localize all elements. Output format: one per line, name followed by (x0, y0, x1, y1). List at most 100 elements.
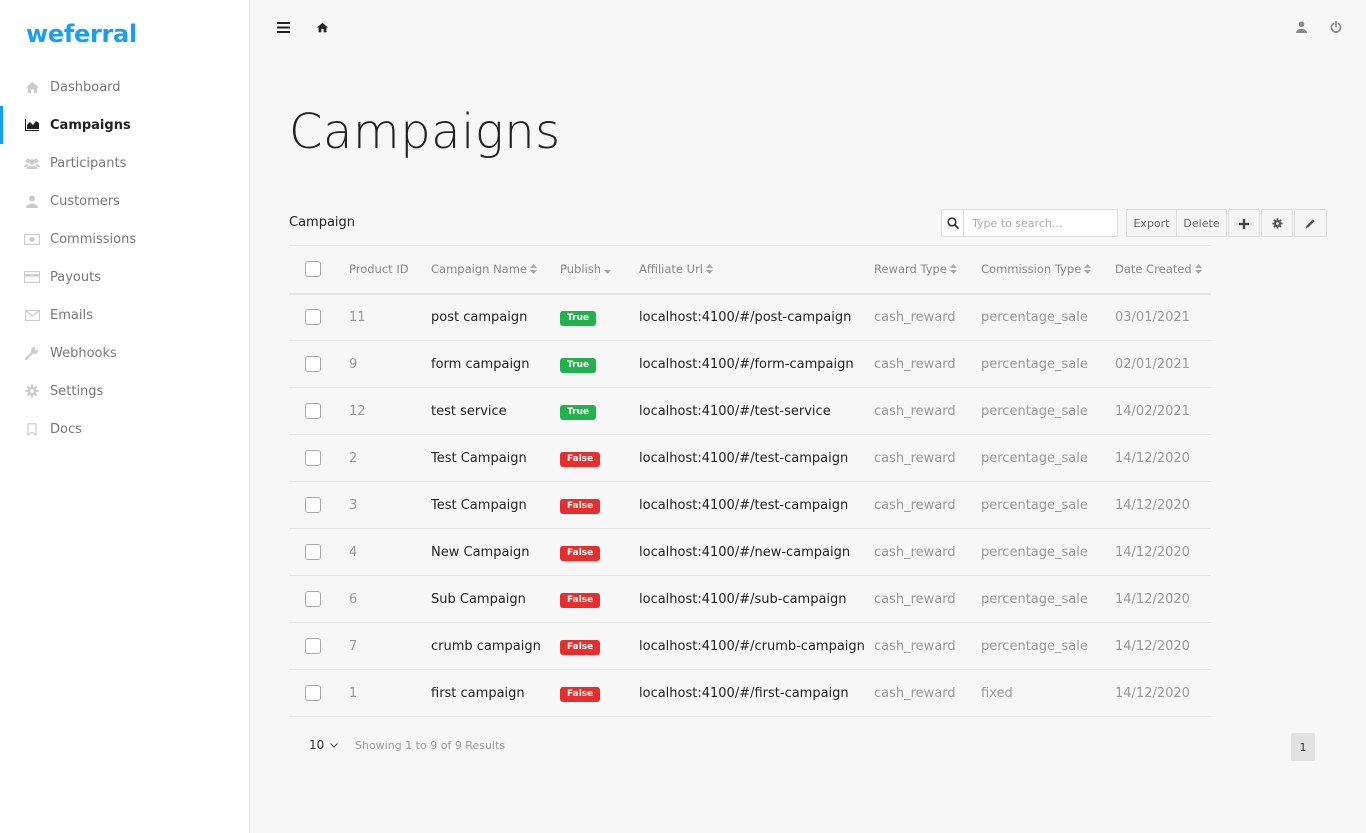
delete-button[interactable]: Delete (1177, 210, 1226, 236)
commission-type-cell: percentage_sale (981, 293, 1115, 341)
row-select-cell (289, 481, 349, 529)
commission-type-cell: percentage_sale (981, 434, 1115, 482)
power-logout-icon[interactable] (1329, 20, 1343, 34)
hamburger-menu-icon[interactable] (276, 20, 290, 34)
pagination-page-1[interactable]: 1 (1291, 733, 1315, 761)
sidebar-item-settings[interactable]: Settings (0, 372, 249, 410)
publish-status-badge: False (560, 686, 601, 702)
column-header-campaign-name[interactable]: Campaign Name (431, 245, 560, 295)
sidebar-item-label: Campaigns (50, 117, 131, 133)
sidebar-item-customers[interactable]: Customers (0, 182, 249, 220)
pencil-icon (1305, 214, 1316, 233)
row-checkbox[interactable] (305, 497, 321, 513)
publish-cell: False (560, 669, 639, 717)
publish-cell: True (560, 340, 639, 388)
publish-cell: False (560, 481, 639, 529)
table-row[interactable]: 1 first campaign False localhost:4100/#/fir… (289, 669, 1211, 717)
sidebar-item-docs[interactable]: Docs (0, 410, 249, 448)
product-id-cell: 3 (349, 481, 431, 529)
users-icon (24, 156, 40, 170)
table-row[interactable]: 12 test service True localhost:4100/#/test-… (289, 387, 1211, 435)
commission-type-cell: percentage_sale (981, 387, 1115, 435)
page-size-select[interactable]: 10 (309, 738, 339, 752)
sidebar-item-label: Webhooks (50, 345, 117, 361)
column-header-product-id[interactable]: Product ID (349, 245, 431, 295)
table-row[interactable]: 2 Test Campaign False localhost:4100/#/test… (289, 434, 1211, 482)
publish-cell: False (560, 528, 639, 576)
column-header-commission-type[interactable]: Commission Type (981, 245, 1115, 295)
reward-type-cell: cash_reward (874, 575, 981, 623)
table-header-row: Product ID Campaign Name Publish Affilia… (289, 245, 1211, 295)
row-checkbox[interactable] (305, 309, 321, 326)
add-campaign-button[interactable] (1228, 209, 1260, 237)
table-row[interactable]: 11 post campaign True localhost:4100/#/post… (289, 293, 1211, 341)
column-header-affiliate-url[interactable]: Affiliate Url (639, 245, 874, 295)
table-row[interactable]: 7 crumb campaign False localhost:4100/#/cru… (289, 622, 1211, 670)
sidebar-item-label: Docs (50, 421, 82, 437)
sidebar-item-dashboard[interactable]: Dashboard (0, 68, 249, 106)
affiliate-url-cell: localhost:4100/#/test-campaign (639, 481, 874, 529)
table-row[interactable]: 4 New Campaign False localhost:4100/#/new-c… (289, 528, 1211, 576)
column-header-date-created[interactable]: Date Created (1115, 245, 1211, 295)
chevron-down-icon (330, 742, 339, 748)
row-checkbox[interactable] (305, 685, 321, 701)
column-header-reward-type[interactable]: Reward Type (874, 245, 981, 295)
publish-cell: True (560, 293, 639, 341)
table-row[interactable]: 3 Test Campaign False localhost:4100/#/test… (289, 481, 1211, 529)
sidebar-item-label: Participants (50, 155, 127, 171)
export-button[interactable]: Export (1127, 210, 1177, 236)
campaign-name-cell: Test Campaign (431, 434, 560, 482)
campaign-name-cell: New Campaign (431, 528, 560, 576)
reward-type-cell: cash_reward (874, 340, 981, 388)
select-all-checkbox[interactable] (305, 261, 321, 278)
sidebar-item-commissions[interactable]: Commissions (0, 220, 249, 258)
search-box (941, 209, 1118, 237)
product-id-cell: 4 (349, 528, 431, 576)
affiliate-url-cell: localhost:4100/#/crumb-campaign (639, 622, 874, 670)
home-icon[interactable] (315, 20, 329, 34)
search-button[interactable] (942, 210, 964, 236)
sidebar-item-campaigns[interactable]: Campaigns (0, 106, 249, 144)
publish-status-badge: False (560, 451, 601, 467)
sidebar-item-webhooks[interactable]: Webhooks (0, 334, 249, 372)
gear-icon (24, 384, 40, 398)
product-id-cell: 12 (349, 387, 431, 435)
bookmark-icon (24, 422, 40, 436)
sidebar-item-label: Emails (50, 307, 93, 323)
table-row[interactable]: 6 Sub Campaign False localhost:4100/#/sub-c… (289, 575, 1211, 623)
table-row[interactable]: 9 form campaign True localhost:4100/#/form-… (289, 340, 1211, 388)
sidebar-item-payouts[interactable]: Payouts (0, 258, 249, 296)
row-checkbox[interactable] (305, 544, 321, 560)
row-checkbox[interactable] (305, 403, 321, 419)
affiliate-url-cell: localhost:4100/#/new-campaign (639, 528, 874, 576)
section-label: Campaign (289, 215, 356, 230)
row-checkbox[interactable] (305, 356, 321, 372)
affiliate-url-cell: localhost:4100/#/first-campaign (639, 669, 874, 717)
publish-cell: False (560, 575, 639, 623)
results-info: Showing 1 to 9 of 9 Results (355, 739, 506, 752)
row-checkbox[interactable] (305, 591, 321, 607)
column-header-publish[interactable]: Publish (560, 245, 639, 295)
publish-status-badge: True (560, 357, 597, 373)
affiliate-url-cell: localhost:4100/#/test-campaign (639, 434, 874, 482)
affiliate-url-cell: localhost:4100/#/sub-campaign (639, 575, 874, 623)
sidebar-item-emails[interactable]: Emails (0, 296, 249, 334)
search-icon (946, 214, 959, 233)
row-checkbox[interactable] (305, 450, 321, 466)
app-logo[interactable]: weferral (26, 20, 137, 48)
product-id-cell: 9 (349, 340, 431, 388)
sort-icon (706, 263, 714, 277)
row-select-cell (289, 575, 349, 623)
sidebar-item-participants[interactable]: Participants (0, 144, 249, 182)
search-input[interactable] (964, 210, 1117, 236)
envelope-icon (24, 308, 40, 322)
row-checkbox[interactable] (305, 638, 321, 654)
commission-type-cell: percentage_sale (981, 340, 1115, 388)
product-id-cell: 6 (349, 575, 431, 623)
settings-button[interactable] (1261, 209, 1293, 237)
edit-button[interactable] (1294, 209, 1327, 237)
gear-icon (1271, 214, 1283, 233)
commission-type-cell: fixed (981, 669, 1115, 717)
user-profile-icon[interactable] (1294, 20, 1308, 34)
row-select-cell (289, 669, 349, 717)
